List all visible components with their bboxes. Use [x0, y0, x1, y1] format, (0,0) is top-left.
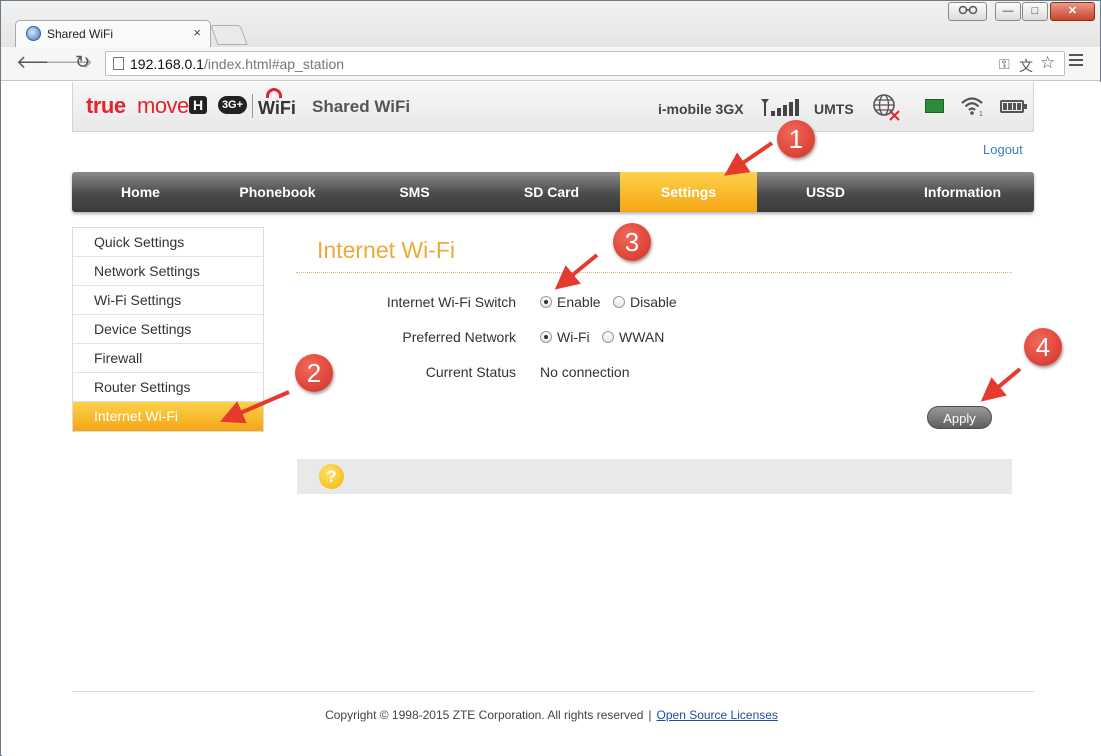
- browser-toolbar: 🡐 🡒 ↻ 192.168.0.1 /index.html#ap_station…: [1, 47, 1100, 81]
- footer-divider: [72, 691, 1034, 692]
- user-profile-button[interactable]: [948, 2, 987, 21]
- wifi-status-icon: 1: [961, 97, 983, 117]
- logo-3g: 3G+: [218, 96, 247, 114]
- nav-information[interactable]: Information: [894, 172, 1031, 212]
- radio-wwan-label: WWAN: [619, 329, 665, 345]
- radio-wifi-label: Wi-Fi: [557, 329, 590, 345]
- callout-4: 4: [1024, 328, 1062, 366]
- copyright-text: Copyright © 1998-2015 ZTE Corporation. A…: [325, 708, 644, 722]
- page-header: true move H 3G+ WiFi Shared WiFi i-mobil…: [72, 82, 1034, 132]
- callout-1: 1: [777, 120, 815, 158]
- page-icon: [113, 57, 124, 70]
- preferred-network-label: Preferred Network: [402, 329, 516, 345]
- help-bar: ?: [297, 459, 1012, 494]
- wifi-switch-label: Internet Wi-Fi Switch: [386, 294, 516, 310]
- nav-ussd[interactable]: USSD: [757, 172, 894, 212]
- help-question-icon[interactable]: ?: [319, 464, 344, 489]
- radio-enable[interactable]: Enable: [540, 294, 601, 310]
- bookmark-star-icon[interactable]: ☆: [1040, 53, 1055, 73]
- content-divider: [296, 272, 1012, 273]
- radio-enable-label: Enable: [557, 294, 601, 310]
- sim-card-icon: [925, 99, 944, 113]
- nav-settings[interactable]: Settings: [620, 172, 757, 212]
- nav-sms[interactable]: SMS: [346, 172, 483, 212]
- radio-wwan-dot[interactable]: [602, 331, 614, 343]
- new-tab-button[interactable]: [210, 25, 248, 45]
- reload-icon[interactable]: ↻: [75, 52, 90, 73]
- tab-title: Shared WiFi: [47, 27, 114, 41]
- svg-text:1: 1: [979, 111, 983, 117]
- current-status-value: No connection: [540, 364, 630, 380]
- main-navigation: Home Phonebook SMS SD Card Settings USSD Infor…: [72, 172, 1034, 212]
- arrow-1: [724, 141, 774, 176]
- logo-h: H: [189, 96, 207, 114]
- page-brand-title: Shared WiFi: [312, 97, 411, 116]
- radio-enable-dot[interactable]: [540, 296, 552, 308]
- address-bar[interactable]: 192.168.0.1 /index.html#ap_station ⚿ 文 ☆: [105, 51, 1065, 76]
- signal-strength-icon: [761, 99, 799, 116]
- browser-tab[interactable]: Shared WiFi ×: [15, 20, 211, 47]
- logout-link[interactable]: Logout: [983, 142, 1023, 157]
- arrow-4: [980, 367, 1022, 402]
- radio-wifi-dot[interactable]: [540, 331, 552, 343]
- content-title: Internet Wi-Fi: [317, 237, 456, 263]
- sidebar-item-network-settings[interactable]: Network Settings: [73, 257, 263, 286]
- footer-separator: |: [648, 708, 652, 722]
- url-host: 192.168.0.1: [130, 56, 204, 72]
- radio-disable[interactable]: Disable: [613, 294, 677, 310]
- radio-wifi[interactable]: Wi-Fi: [540, 329, 590, 345]
- logo-wifi: WiFi: [258, 98, 296, 118]
- nav-home[interactable]: Home: [72, 172, 209, 212]
- router-page: true move H 3G+ WiFi Shared WiFi i-mobil…: [2, 82, 1101, 756]
- nav-sd-card[interactable]: SD Card: [483, 172, 620, 212]
- sidebar-item-firewall[interactable]: Firewall: [73, 344, 263, 373]
- sidebar-item-router-settings[interactable]: Router Settings: [73, 373, 263, 402]
- title-bar: Shared WiFi × — □ ✕: [1, 1, 1100, 47]
- key-icon[interactable]: ⚿: [999, 56, 1010, 73]
- close-window-button[interactable]: ✕: [1050, 2, 1095, 21]
- network-type: UMTS: [814, 101, 854, 117]
- browser-window: Shared WiFi × — □ ✕ 🡐 🡒 ↻ 192.168.0.1 /i…: [0, 0, 1101, 756]
- globe-disconnected-icon: [873, 94, 900, 121]
- callout-2: 2: [295, 354, 333, 392]
- translate-icon[interactable]: 文: [1019, 56, 1033, 76]
- operator-name: i-mobile 3GX: [658, 101, 744, 117]
- logo-move: move: [137, 93, 189, 118]
- logo-divider: [252, 94, 253, 118]
- url-path: /index.html#ap_station: [204, 56, 345, 72]
- radio-wwan[interactable]: WWAN: [602, 329, 664, 345]
- tab-close-icon[interactable]: ×: [193, 25, 201, 40]
- sidebar-item-device-settings[interactable]: Device Settings: [73, 315, 263, 344]
- user-glasses-icon: [958, 5, 977, 15]
- sidebar-item-internet-wi-fi[interactable]: Internet Wi-Fi: [73, 402, 263, 431]
- apply-button[interactable]: Apply: [927, 406, 992, 429]
- page-footer: Copyright © 1998-2015 ZTE Corporation. A…: [2, 708, 1101, 722]
- wifi-logo-icon: [266, 88, 282, 98]
- arrow-3: [554, 253, 599, 290]
- nav-phonebook[interactable]: Phonebook: [209, 172, 346, 212]
- radio-disable-label: Disable: [630, 294, 677, 310]
- chrome-menu-icon[interactable]: [1069, 54, 1083, 69]
- open-source-licenses-link[interactable]: Open Source Licenses: [657, 708, 778, 722]
- sidebar-item-quick-settings[interactable]: Quick Settings: [73, 228, 263, 257]
- callout-3: 3: [613, 223, 651, 261]
- settings-sidebar: Quick Settings Network Settings Wi-Fi Sett…: [72, 227, 264, 432]
- minimize-button[interactable]: —: [995, 2, 1021, 21]
- favicon-icon: [26, 26, 41, 41]
- battery-icon: [1000, 100, 1027, 113]
- sidebar-item-wi-fi-settings[interactable]: Wi-Fi Settings: [73, 286, 263, 315]
- radio-disable-dot[interactable]: [613, 296, 625, 308]
- logo-true: true: [86, 93, 126, 118]
- maximize-button[interactable]: □: [1022, 2, 1048, 21]
